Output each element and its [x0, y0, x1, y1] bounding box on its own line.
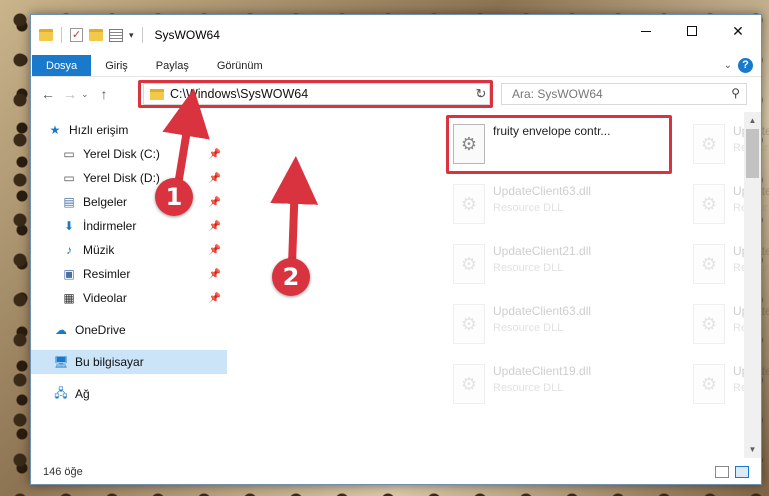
arrow-step-2	[270, 156, 319, 266]
annotation-arrows	[162, 88, 319, 266]
arrow-step-1	[162, 88, 210, 186]
step-1-badge: 1	[155, 178, 193, 216]
step-2-badge: 2	[272, 258, 310, 296]
